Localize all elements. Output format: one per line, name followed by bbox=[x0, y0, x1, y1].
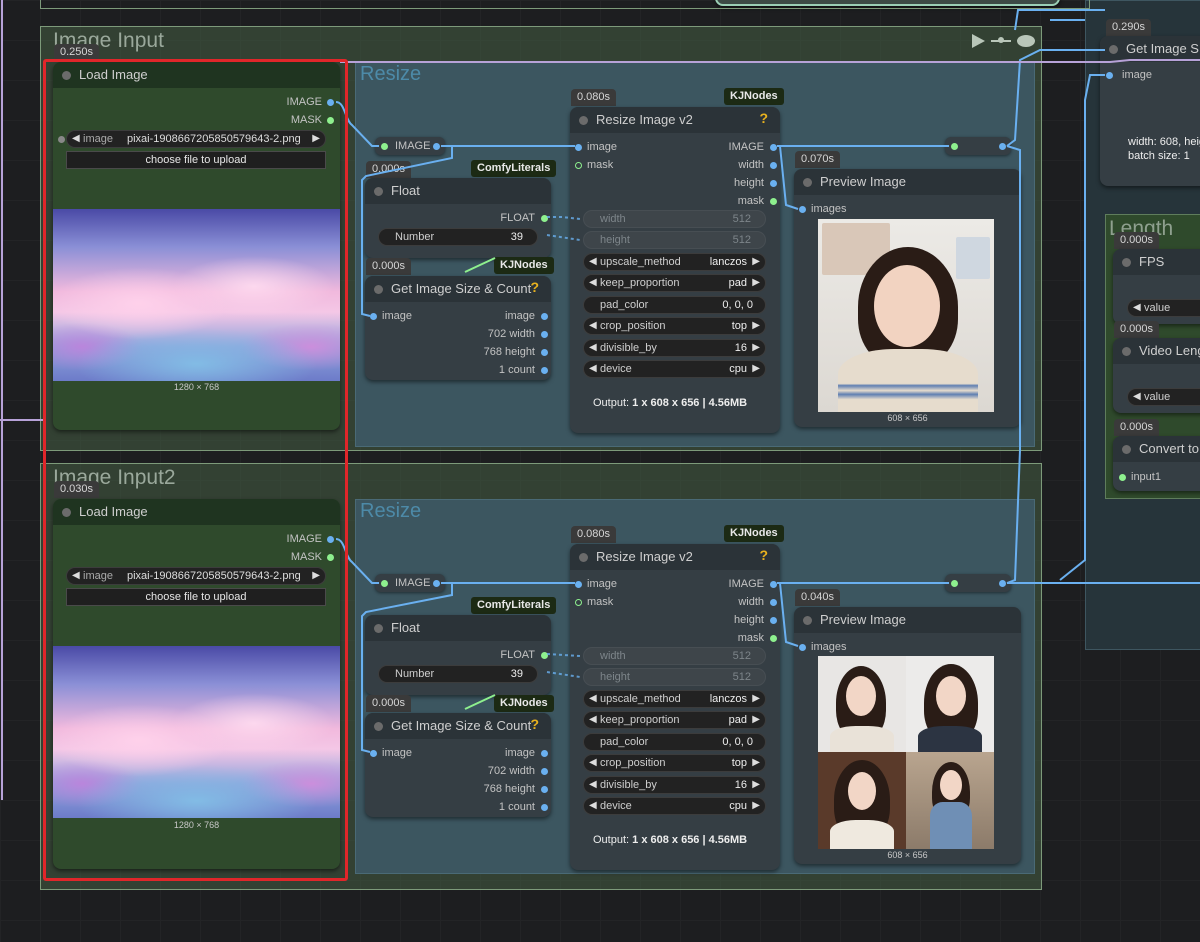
selection-highlight bbox=[43, 59, 348, 881]
